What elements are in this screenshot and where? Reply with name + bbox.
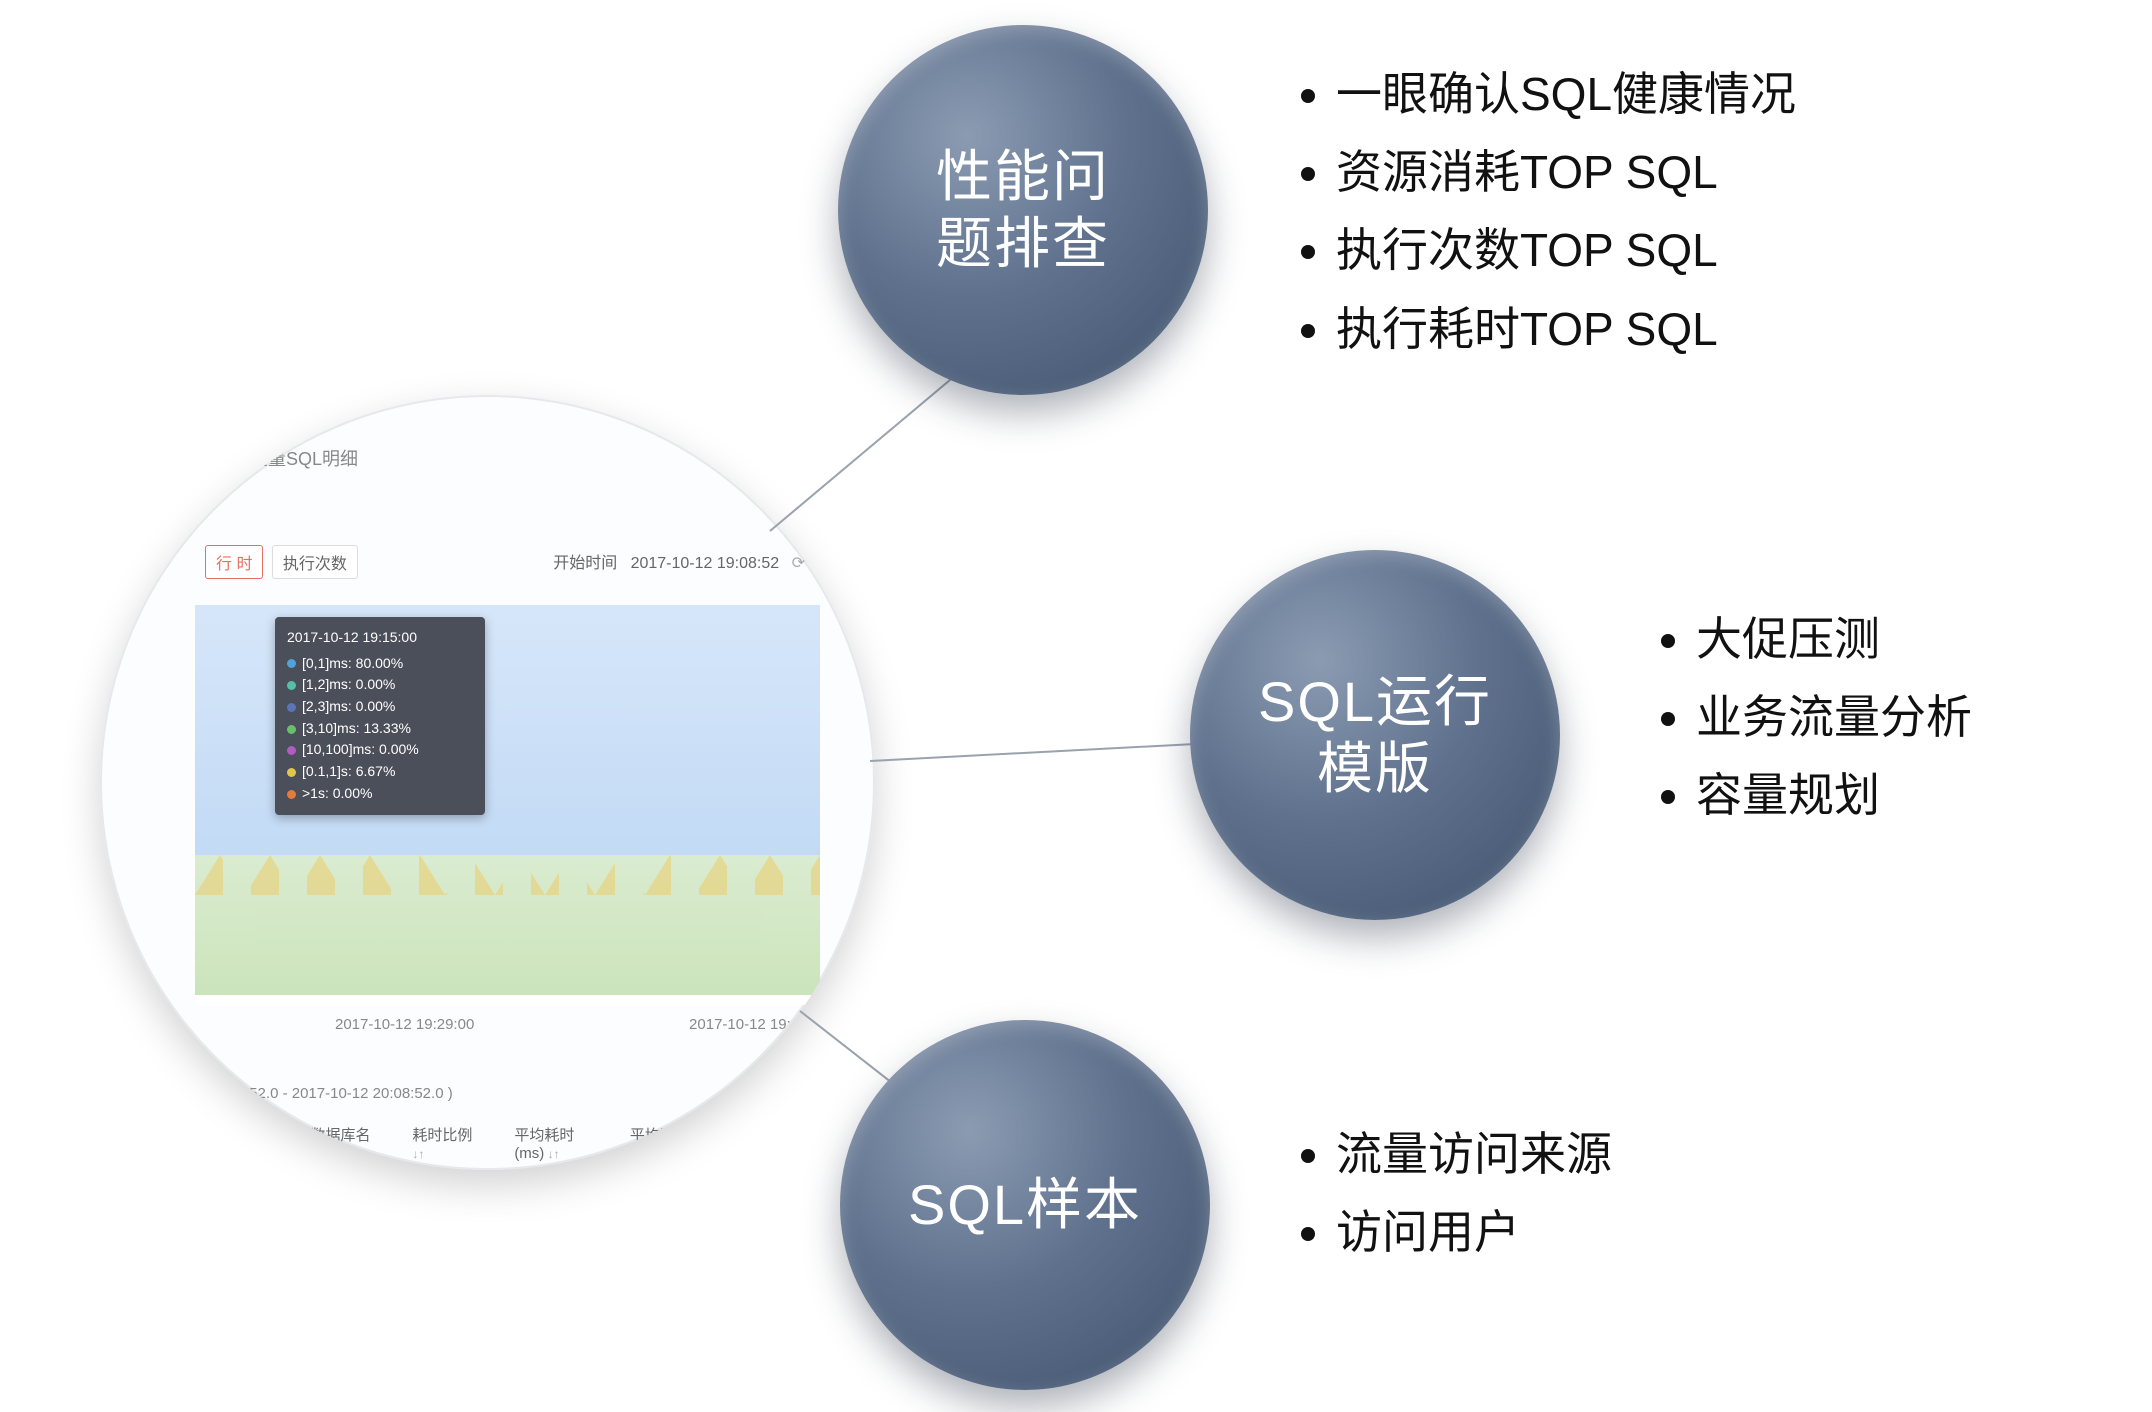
- bullet-item: 访问用户: [1336, 1193, 1612, 1271]
- toggle-exec-time[interactable]: 行 时: [205, 545, 263, 579]
- chart-tooltip: 2017-10-12 19:15:00 [0,1]ms: 80.00%[1,2]…: [275, 617, 485, 815]
- bullet-item: 一眼确认SQL健康情况: [1336, 55, 1796, 133]
- bullet-item: 容量规划: [1696, 756, 1972, 834]
- node-performance-troubleshoot: 性能问 题排查: [838, 25, 1208, 395]
- node-label: SQL样本: [908, 1171, 1142, 1238]
- tooltip-row: [2,3]ms: 0.00%: [287, 696, 473, 718]
- start-time-label: 开始时间: [553, 555, 617, 572]
- col-cost-pct[interactable]: 耗时比例: [412, 1124, 480, 1162]
- bullet-item: 业务流量分析: [1696, 678, 1972, 756]
- tooltip-row: [0.1,1]s: 6.67%: [287, 761, 473, 783]
- node-label: 性能问 题排查: [936, 143, 1110, 277]
- node-sql-sample: SQL样本: [840, 1020, 1210, 1390]
- bullet-item: 流量访问来源: [1336, 1115, 1612, 1193]
- tooltip-row: [10,100]ms: 0.00%: [287, 739, 473, 761]
- xaxis-tick: 2017-10-12 19:49:0: [689, 1016, 820, 1033]
- xaxis-tick: 2017-10-12 19:29:00: [335, 1016, 474, 1033]
- bullet-item: 执行耗时TOP SQL: [1336, 290, 1796, 368]
- bullet-item: 大促压测: [1696, 600, 1972, 678]
- tooltip-title: 2017-10-12 19:15:00: [287, 627, 473, 649]
- bullet-item: 执行次数TOP SQL: [1336, 211, 1796, 289]
- col-avg-ms[interactable]: 平均耗时(ms): [514, 1124, 596, 1162]
- col-exec-cnt: 执行次: [759, 1124, 820, 1162]
- bullets-sample: 流量访问来源访问用户: [1290, 1115, 1612, 1271]
- node-sql-template: SQL运行 模版: [1190, 550, 1560, 920]
- bullets-performance: 一眼确认SQL健康情况资源消耗TOP SQL执行次数TOP SQL执行耗时TOP…: [1290, 55, 1796, 368]
- tooltip-row: >1s: 0.00%: [287, 783, 473, 805]
- col-avg-rows[interactable]: 平均返回行数: [630, 1124, 725, 1162]
- dashboard-screenshot: 全量SQL明细 行 时 执行次数 开始时间 2017-10-12 19:08:5…: [100, 395, 875, 1170]
- tooltip-row: [3,10]ms: 13.33%: [287, 718, 473, 740]
- bullets-template: 大促压测业务流量分析容量规划: [1650, 600, 1972, 835]
- time-range-text: 2 19:08:52.0 - 2017-10-12 20:08:52.0 ): [195, 1085, 820, 1102]
- tooltip-row: [0,1]ms: 80.00%: [287, 653, 473, 675]
- node-label: SQL运行 模版: [1258, 668, 1492, 802]
- tooltip-row: [1,2]ms: 0.00%: [287, 674, 473, 696]
- col-dbname: 数据库名: [311, 1124, 379, 1162]
- start-time-value: 2017-10-12 19:08:52: [631, 555, 780, 572]
- col-keyword: 索内容): [195, 1124, 277, 1162]
- toggle-exec-count[interactable]: 执行次数: [272, 545, 358, 579]
- dashboard-tab-fullsql: 全量SQL明细: [250, 449, 358, 469]
- refresh-icon[interactable]: ⟳: [792, 555, 805, 572]
- bullet-item: 资源消耗TOP SQL: [1336, 133, 1796, 211]
